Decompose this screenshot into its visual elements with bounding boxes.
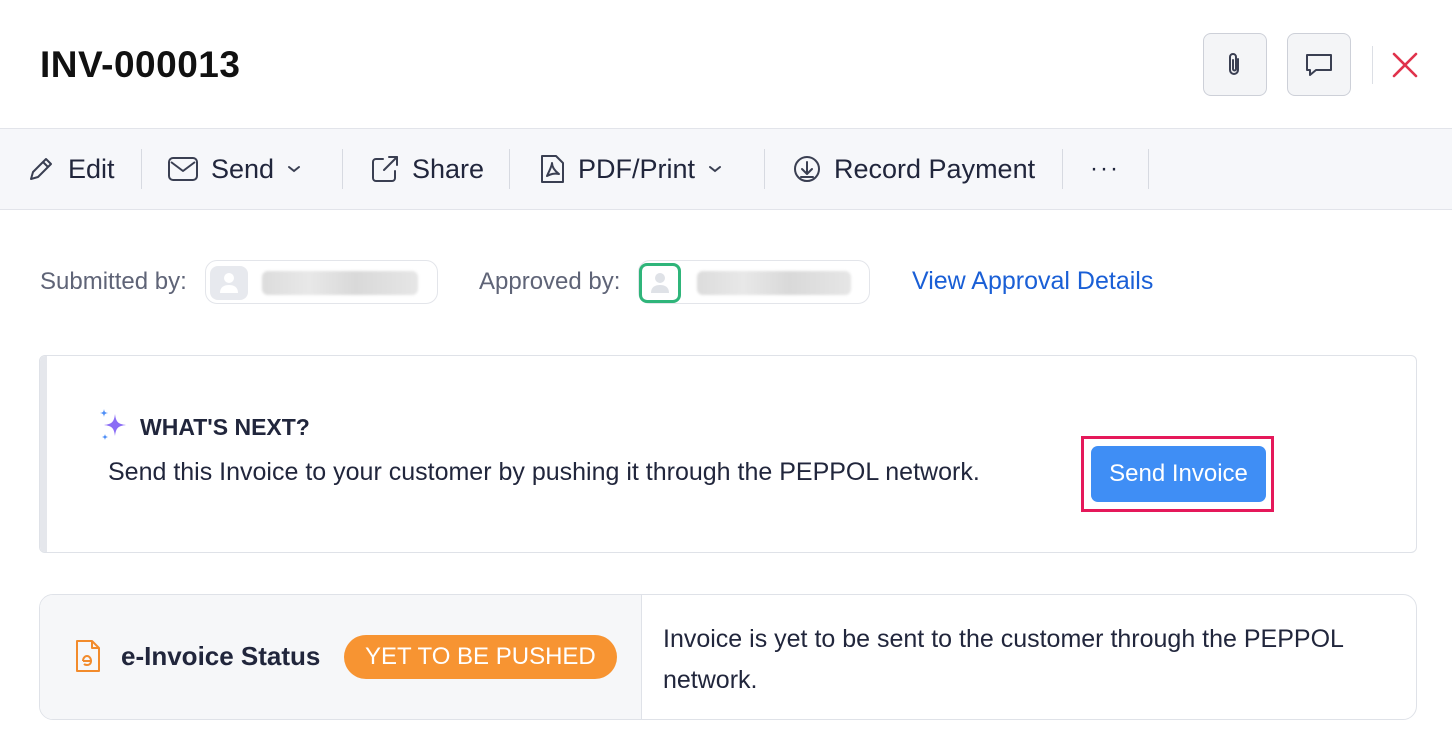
invoice-header: INV-000013 [0, 0, 1452, 128]
toolbar-divider [1062, 149, 1063, 189]
record-payment-button[interactable]: Record Payment [792, 129, 1035, 209]
share-icon [372, 156, 398, 182]
approved-by-user [638, 260, 870, 304]
approval-info: Submitted by: Approved by: View Approval… [0, 258, 1452, 308]
share-button[interactable]: Share [370, 129, 484, 209]
header-divider [1372, 46, 1373, 84]
redacted-name [262, 271, 418, 295]
comments-button[interactable] [1287, 33, 1351, 96]
share-label: Share [412, 153, 485, 184]
toolbar-divider [1148, 149, 1149, 189]
toolbar-divider [764, 149, 765, 189]
einvoice-status-label: e-Invoice Status [121, 641, 321, 671]
redacted-name [697, 271, 851, 295]
pencil-icon [30, 158, 52, 180]
chevron-down-icon [288, 166, 301, 173]
einvoice-status-card: e-Invoice Status YET TO BE PUSHED Invoic… [39, 594, 1417, 720]
toolbar-divider [509, 149, 510, 189]
action-toolbar: Edit Send Share PDF/Print Record Payment… [0, 128, 1452, 210]
view-approval-details-link[interactable]: View Approval Details [912, 267, 1153, 296]
close-button[interactable] [1388, 48, 1422, 82]
whats-next-title: WHAT'S NEXT? [140, 414, 310, 440]
einvoice-status-panel: e-Invoice Status YET TO BE PUSHED [40, 595, 642, 719]
edit-label: Edit [68, 153, 115, 184]
user-icon [651, 273, 669, 293]
close-icon [1392, 52, 1418, 78]
send-invoice-button[interactable]: Send Invoice [1091, 446, 1266, 502]
avatar [639, 263, 681, 303]
page-title: INV-000013 [40, 44, 241, 85]
send-label: Send [211, 153, 275, 184]
send-dropdown[interactable]: Send [167, 129, 302, 209]
more-icon: ··· [1090, 155, 1120, 182]
chevron-down-icon [709, 166, 722, 173]
download-circle-icon [794, 156, 820, 182]
sparkle-icon [100, 409, 126, 440]
record-payment-label: Record Payment [834, 153, 1036, 184]
edit-button[interactable]: Edit [26, 129, 115, 209]
toolbar-divider [141, 149, 142, 189]
submitted-by-label: Submitted by: [40, 268, 187, 295]
comment-icon [1306, 53, 1332, 76]
card-accent-bar [40, 356, 47, 552]
submitted-by-user [205, 260, 438, 304]
attach-button[interactable] [1203, 33, 1267, 96]
envelope-icon [168, 157, 198, 181]
approved-by-label: Approved by: [479, 268, 621, 295]
toolbar-divider [342, 149, 343, 189]
pdf-print-dropdown[interactable]: PDF/Print [538, 129, 723, 209]
whats-next-card: WHAT'S NEXT? Send this Invoice to your c… [39, 355, 1417, 553]
einvoice-document-icon [76, 640, 100, 672]
avatar [210, 266, 248, 300]
more-options-button[interactable]: ··· [1090, 129, 1120, 209]
pdf-icon [541, 155, 564, 183]
user-icon [220, 273, 238, 293]
whats-next-message: Send this Invoice to your customer by pu… [108, 458, 980, 486]
pdf-print-label: PDF/Print [578, 153, 696, 184]
einvoice-status-description: Invoice is yet to be sent to the custome… [663, 625, 1344, 694]
status-badge: YET TO BE PUSHED [344, 635, 617, 679]
paperclip-icon [1229, 52, 1239, 75]
